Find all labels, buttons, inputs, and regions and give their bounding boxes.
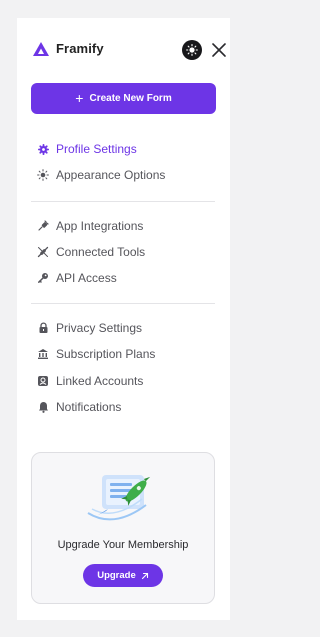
sidebar-item-api-access[interactable]: API Access: [37, 269, 117, 287]
sidebar-item-app-integrations[interactable]: App Integrations: [37, 217, 143, 235]
sidebar-item-label: Appearance Options: [56, 168, 166, 182]
gear-icon: [37, 143, 49, 155]
lock-icon: [37, 322, 49, 334]
sun-icon: [186, 44, 198, 56]
divider: [31, 201, 215, 202]
upgrade-button[interactable]: Upgrade: [83, 564, 163, 587]
brand-name: Framify: [56, 41, 104, 56]
divider: [31, 303, 215, 304]
key-icon: [37, 272, 49, 284]
unplug-icon: [37, 246, 49, 258]
sidebar-item-label: App Integrations: [56, 219, 144, 233]
plus-icon: +: [75, 90, 84, 106]
rocket-upgrade-illustration-icon: [87, 475, 151, 521]
close-icon[interactable]: [210, 41, 228, 59]
upgrade-card: Upgrade Your Membership Upgrade: [31, 452, 215, 604]
upgrade-button-label: Upgrade: [97, 570, 136, 581]
sidebar-panel: Framify + Create New Form Profile Settin…: [17, 18, 230, 620]
sidebar-item-linked-accounts[interactable]: Linked Accounts: [37, 372, 143, 390]
sidebar-item-label: Privacy Settings: [56, 321, 143, 335]
sidebar-item-subscription-plans[interactable]: Subscription Plans: [37, 345, 155, 363]
linked-accounts-icon: [37, 375, 49, 387]
bank-icon: [37, 348, 49, 360]
arrow-up-right-icon: [141, 572, 148, 579]
sidebar-item-notifications[interactable]: Notifications: [37, 398, 121, 416]
sidebar-item-label: Notifications: [56, 400, 122, 414]
upgrade-card-title: Upgrade Your Membership: [57, 539, 189, 551]
sidebar-item-label: Connected Tools: [56, 245, 146, 259]
sidebar-item-privacy-settings[interactable]: Privacy Settings: [37, 319, 142, 337]
sidebar-item-appearance-options[interactable]: Appearance Options: [37, 166, 165, 184]
bell-icon: [37, 401, 49, 413]
sun-icon: [37, 169, 49, 181]
sidebar-item-profile-settings[interactable]: Profile Settings: [37, 140, 137, 158]
sidebar-header: Framify: [32, 38, 226, 62]
theme-toggle-button[interactable]: [182, 40, 202, 60]
sidebar-item-connected-tools[interactable]: Connected Tools: [37, 243, 145, 261]
sidebar-item-label: API Access: [56, 271, 117, 285]
create-new-form-button[interactable]: + Create New Form: [31, 83, 216, 114]
create-new-form-label: Create New Form: [89, 93, 172, 104]
sidebar-item-label: Profile Settings: [56, 142, 137, 156]
framify-logo-icon: [33, 42, 49, 56]
sidebar-item-label: Subscription Plans: [56, 347, 156, 361]
sidebar-item-label: Linked Accounts: [56, 374, 144, 388]
plug-icon: [37, 220, 49, 232]
